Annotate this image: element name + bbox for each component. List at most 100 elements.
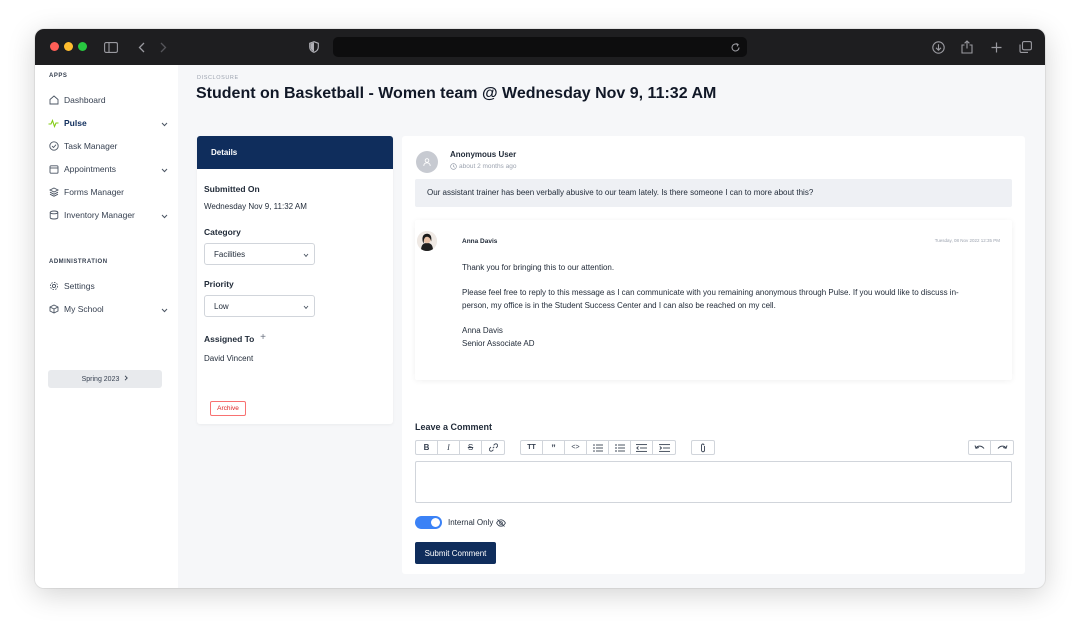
outdent-icon [636, 443, 647, 452]
minimize-window-button[interactable] [64, 42, 73, 51]
code-button[interactable]: <> [565, 441, 587, 454]
chevron-down-icon [161, 119, 168, 129]
sidebar-item-appointments[interactable]: Appointments [48, 161, 168, 177]
indent-button[interactable] [653, 441, 675, 454]
anonymous-message-time: about 2 months ago [450, 163, 516, 170]
eye-slash-icon [496, 518, 507, 527]
sidebar-item-label: Pulse [64, 118, 87, 128]
submit-comment-button[interactable]: Submit Comment [415, 542, 496, 564]
priority-value: Low [214, 302, 229, 311]
sidebar-item-task-manager[interactable]: Task Manager [48, 138, 168, 154]
page-title: Student on Basketball - Women team @ Wed… [196, 85, 717, 102]
gear-icon [48, 281, 59, 292]
attach-toolbar-group [691, 440, 715, 455]
sidebar: APPS Dashboard Pulse Task Manager Appoin… [35, 65, 178, 588]
submitted-on-label: Submitted On [204, 184, 260, 194]
tab-overview-icon[interactable] [1017, 38, 1033, 56]
chevron-down-icon [161, 211, 168, 221]
sidebar-item-label: Forms Manager [64, 187, 124, 197]
italic-icon: I [447, 443, 450, 452]
close-window-button[interactable] [50, 42, 59, 51]
quote-button[interactable]: ” [543, 441, 565, 454]
forward-icon[interactable] [157, 38, 169, 56]
link-icon [488, 443, 498, 452]
sidebar-toggle-icon[interactable] [103, 38, 119, 56]
semester-selector[interactable]: Spring 2023 [48, 370, 162, 388]
download-icon[interactable] [930, 38, 946, 56]
sidebar-item-dashboard[interactable]: Dashboard [48, 92, 168, 108]
message-thread: Anonymous User about 2 months ago Our as… [402, 136, 1025, 574]
apps-heading: APPS [49, 73, 68, 79]
format-toolbar-group: B I S [415, 440, 505, 455]
back-icon[interactable] [135, 38, 147, 56]
address-bar[interactable] [333, 37, 747, 57]
reload-icon[interactable] [730, 40, 741, 58]
category-label: Category [204, 227, 241, 237]
reply-text-line: person, my office is in the Student Succ… [462, 301, 776, 310]
browser-window: APPS Dashboard Pulse Task Manager Appoin… [35, 29, 1045, 588]
redo-button[interactable] [991, 441, 1013, 454]
administration-heading: ADMINISTRATION [49, 259, 108, 265]
reply-text-line: Thank you for bringing this to our atten… [462, 263, 615, 272]
sidebar-item-label: Inventory Manager [64, 210, 135, 220]
comment-input[interactable] [415, 461, 1012, 503]
undo-icon [974, 445, 985, 449]
user-icon [423, 158, 431, 167]
add-assignee-icon[interactable]: + [257, 332, 269, 344]
bold-icon: B [423, 443, 430, 452]
priority-select[interactable]: Low [204, 295, 315, 317]
maximize-window-button[interactable] [78, 42, 87, 51]
anonymous-message: Our assistant trainer has been verbally … [415, 179, 1012, 207]
chevron-down-icon [161, 305, 168, 315]
sidebar-item-settings[interactable]: Settings [48, 278, 168, 294]
details-panel: Details Submitted On Wednesday Nov 9, 11… [197, 136, 393, 424]
link-button[interactable] [482, 441, 504, 454]
time-text: about 2 months ago [459, 163, 517, 170]
strikethrough-button[interactable]: S [460, 441, 482, 454]
database-icon [48, 210, 59, 221]
chevron-right-icon [124, 375, 129, 383]
sidebar-item-forms-manager[interactable]: Forms Manager [48, 184, 168, 200]
check-circle-icon [48, 141, 59, 152]
bullet-list-button[interactable] [587, 441, 609, 454]
assigned-to-label: Assigned To [204, 334, 255, 344]
sidebar-item-label: Appointments [64, 164, 116, 174]
reply-signature-title: Senior Associate AD [462, 339, 535, 348]
sidebar-item-my-school[interactable]: My School [48, 301, 168, 317]
share-icon[interactable] [959, 38, 975, 56]
bold-button[interactable]: B [416, 441, 438, 454]
privacy-shield-icon[interactable] [308, 38, 320, 56]
details-tab[interactable]: Details [197, 136, 393, 169]
strikethrough-icon: S [467, 443, 474, 452]
redo-icon [997, 445, 1007, 449]
quote-icon: ” [551, 442, 556, 453]
code-icon: <> [571, 444, 580, 451]
browser-toolbar [35, 29, 1045, 65]
heading-icon: TT [527, 444, 536, 451]
internal-only-text: Internal Only [448, 518, 494, 527]
reply-text-line: Please feel free to reply to this messag… [462, 288, 959, 297]
staff-reply: Anna Davis Tuesday, 08 Nov 2022 12:35 PM… [415, 220, 1012, 380]
outdent-button[interactable] [631, 441, 653, 454]
sidebar-item-inventory-manager[interactable]: Inventory Manager [48, 207, 168, 223]
undo-button[interactable] [969, 441, 991, 454]
archive-button[interactable]: Archive [210, 401, 246, 416]
category-value: Facilities [214, 250, 246, 259]
attach-button[interactable] [692, 441, 714, 454]
layers-icon [48, 187, 59, 198]
semester-label: Spring 2023 [81, 375, 120, 383]
clock-icon [450, 163, 457, 170]
numbered-list-button[interactable] [609, 441, 631, 454]
toggle-knob [431, 518, 440, 527]
sidebar-item-pulse[interactable]: Pulse [48, 115, 168, 131]
new-tab-icon[interactable] [989, 38, 1003, 56]
leave-comment-heading: Leave a Comment [415, 422, 493, 432]
chevron-down-icon [303, 303, 309, 312]
sidebar-item-label: Task Manager [64, 141, 118, 151]
history-toolbar-group [968, 440, 1014, 455]
italic-button[interactable]: I [438, 441, 460, 454]
reply-timestamp: Tuesday, 08 Nov 2022 12:35 PM [934, 238, 1000, 243]
category-select[interactable]: Facilities [204, 243, 315, 265]
heading-button[interactable]: TT [521, 441, 543, 454]
internal-only-toggle[interactable] [415, 516, 442, 529]
